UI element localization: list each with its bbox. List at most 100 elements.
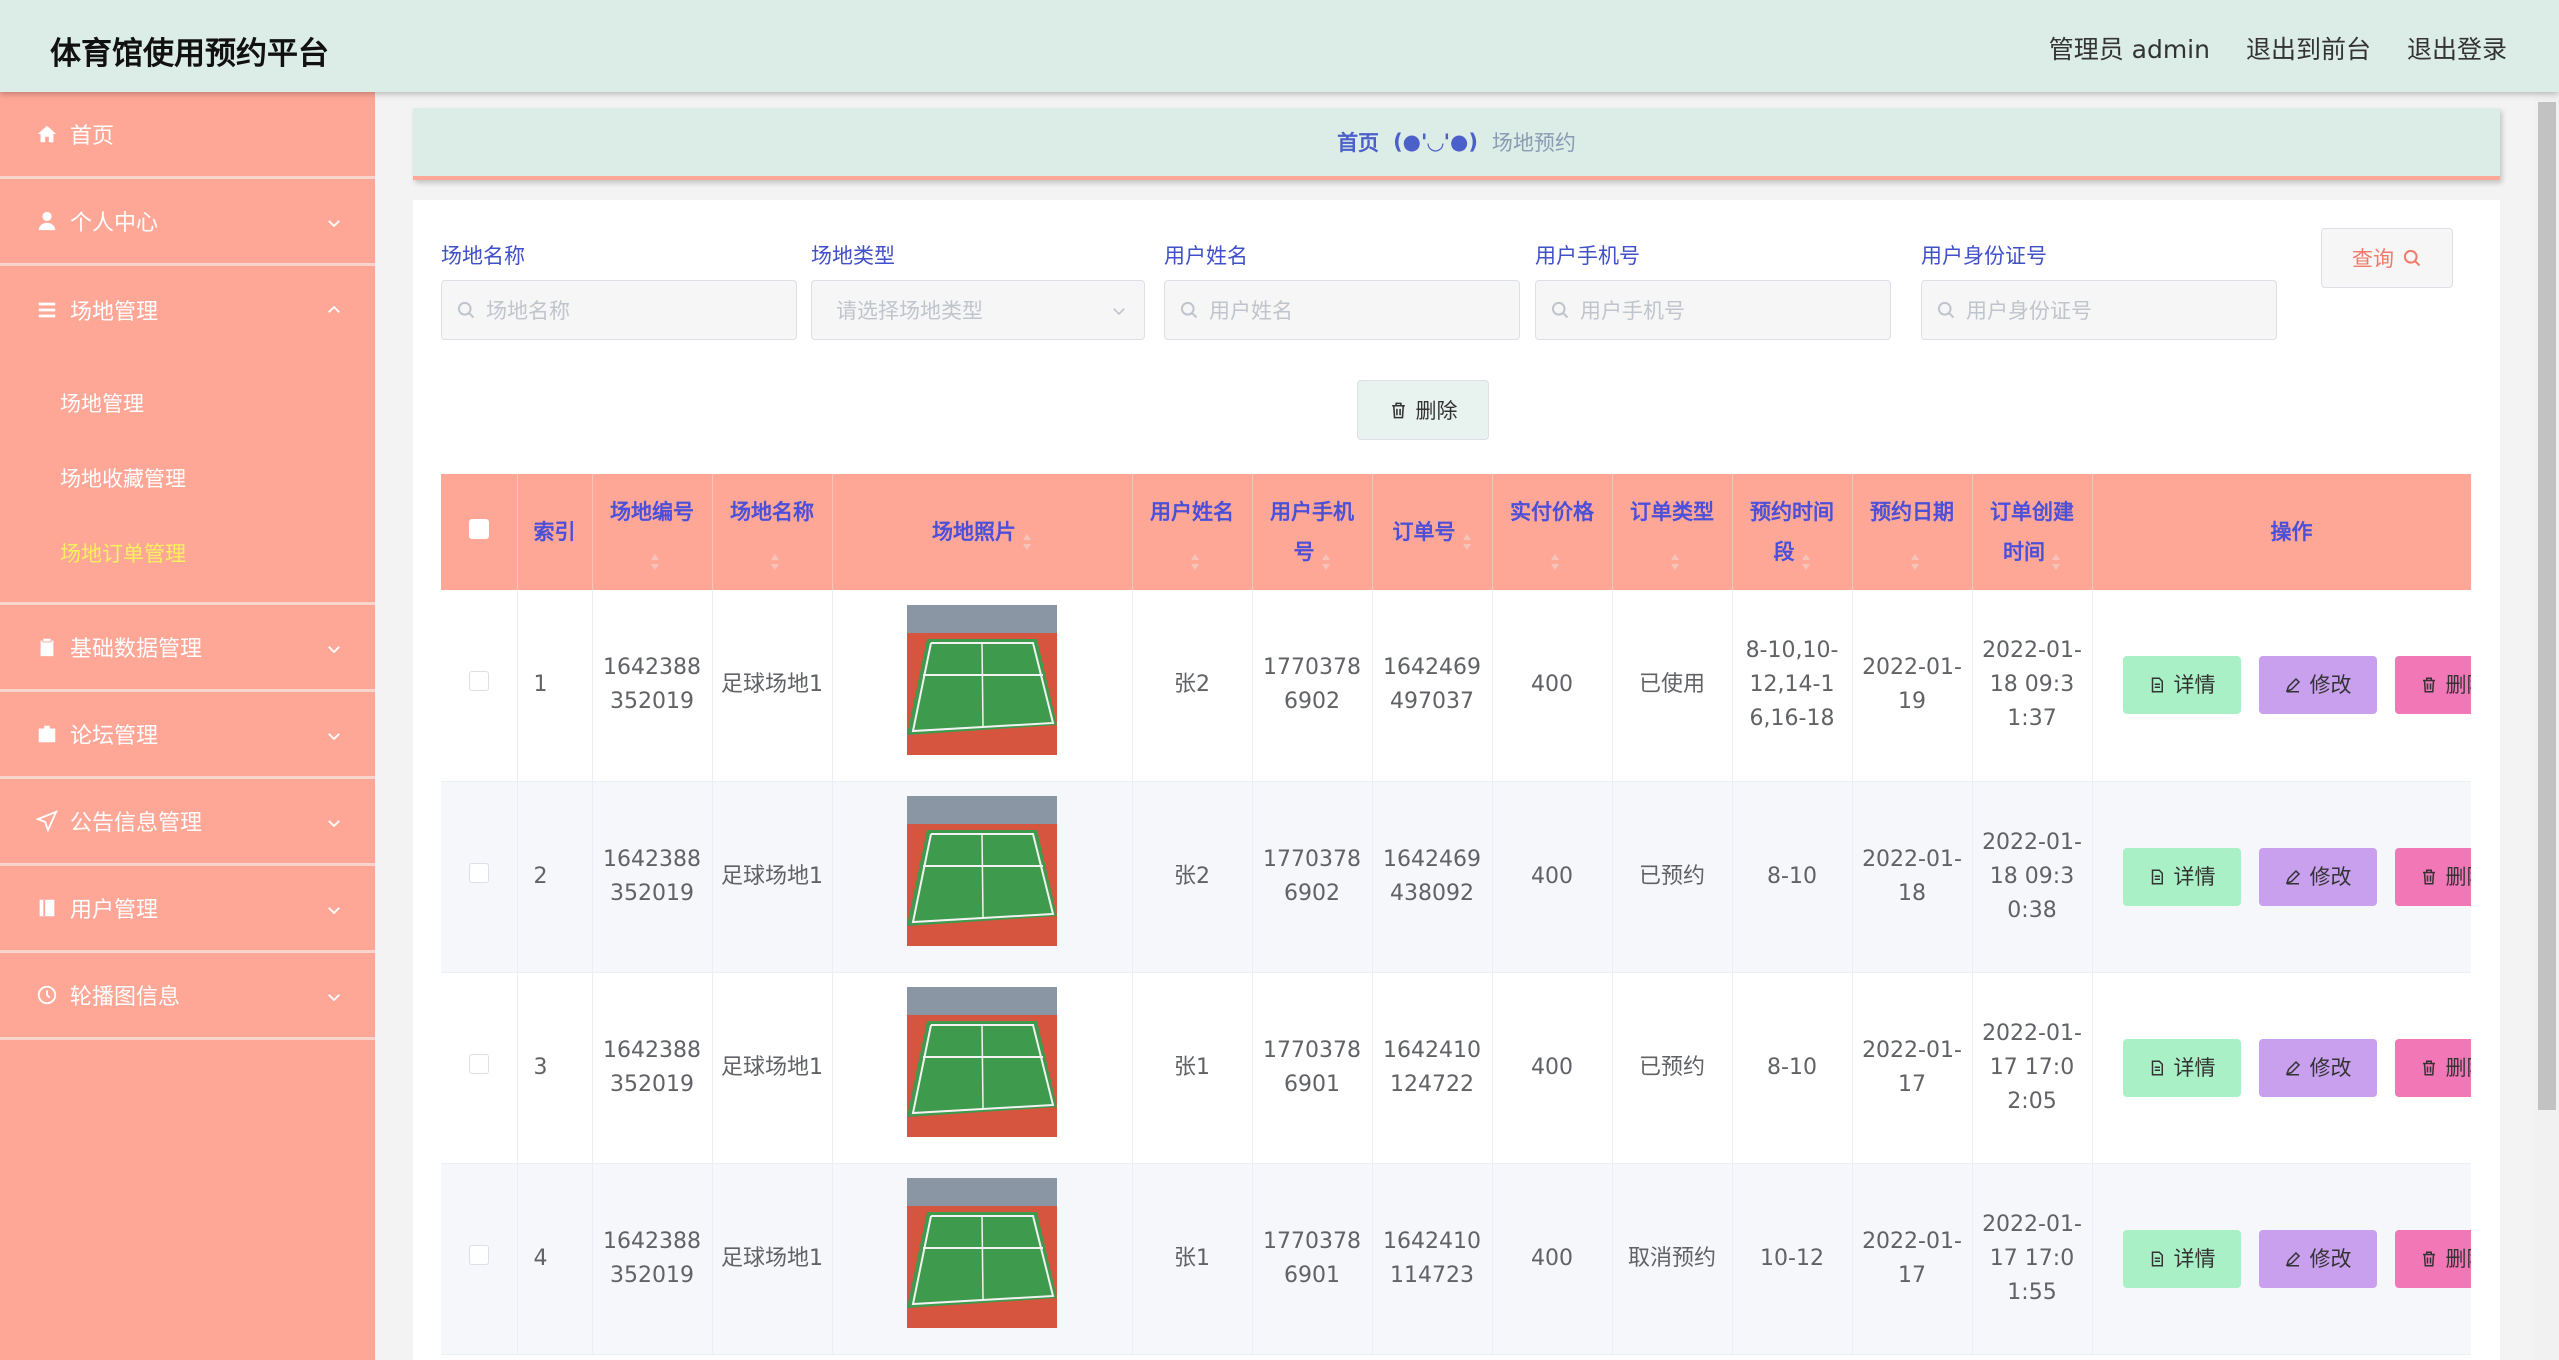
pencil-icon [2284,1059,2302,1077]
sidebar-item-carousel[interactable]: 轮播图信息 [0,953,375,1040]
sort-icon[interactable] [770,544,780,570]
sidebar-item-home[interactable]: 首页 [0,92,375,179]
edit-button[interactable]: 修改 [2258,656,2377,715]
chevron-down-icon [325,213,343,231]
photo-center-line [981,642,984,727]
row-checkbox[interactable] [468,1244,489,1265]
header-venue-no[interactable]: 场地编号 [592,474,713,590]
sort-icon[interactable] [1801,544,1811,570]
venue-type-select[interactable]: 请选择场地类型 [811,280,1145,340]
header-order-no[interactable]: 订单号 [1372,474,1493,590]
submenu-venue-manage[interactable]: 场地管理 [0,365,375,440]
sort-icon[interactable] [1190,544,1200,570]
header-user-name[interactable]: 用户姓名 [1132,474,1253,590]
row-checkbox[interactable] [468,1053,489,1074]
row-checkbox[interactable] [468,862,489,883]
header-created[interactable]: 订单创建时间 [1972,474,2093,590]
document-icon [2148,1059,2166,1077]
cell-index: 3 [517,972,593,1164]
user-phone-input[interactable]: 用户手机号 [1535,280,1891,340]
select-all-checkbox[interactable] [468,519,489,539]
delete-button[interactable]: 删除 [2394,1229,2471,1288]
submenu-venue-orders[interactable]: 场地订单管理 [0,515,375,590]
detail-button[interactable]: 详情 [2122,656,2241,715]
header-venue-name[interactable]: 场地名称 [712,474,833,590]
header-time-slot[interactable]: 预约时间段 [1732,474,1853,590]
cell-time-slot: 10-12 [1732,1163,1853,1355]
row-checkbox[interactable] [468,671,489,692]
delete-button[interactable]: 删除 [2394,1038,2471,1097]
user-name-input[interactable]: 用户姓名 [1164,280,1520,340]
submenu-venue-favorites[interactable]: 场地收藏管理 [0,440,375,515]
header-order-type[interactable]: 订单类型 [1612,474,1733,590]
sort-icon[interactable] [1910,544,1920,570]
edit-button[interactable]: 修改 [2258,1229,2377,1288]
user-idcard-input[interactable]: 用户身份证号 [1921,280,2277,340]
field-label: 场地名称 [441,244,525,268]
sidebar-item-label: 论坛管理 [70,724,159,749]
sidebar-item-forum[interactable]: 论坛管理 [0,692,375,779]
sort-icon[interactable] [1022,524,1032,550]
header-select-all[interactable] [441,474,518,590]
field-label: 用户手机号 [1535,244,1640,268]
edit-button[interactable]: 修改 [2258,847,2377,906]
field-label: 场地类型 [811,244,895,268]
delete-button[interactable]: 删除 [2394,656,2471,715]
pencil-icon [2284,868,2302,886]
sidebar-item-label: 轮播图信息 [70,985,181,1010]
cell-created: 2022-01-17 17:02:05 [1972,972,2093,1164]
sidebar-item-users[interactable]: 用户管理 [0,866,375,953]
cell-price: 400 [1492,590,1613,782]
edit-button[interactable]: 修改 [2258,1038,2377,1097]
breadcrumb-home[interactable]: 首页 [1337,127,1379,157]
sort-icon[interactable] [1670,544,1680,570]
header-price[interactable]: 实付价格 [1492,474,1613,590]
batch-delete-button[interactable]: 删除 [1357,380,1489,440]
venue-photo[interactable] [907,987,1057,1137]
sidebar-item-personal[interactable]: 个人中心 [0,179,375,266]
detail-label: 详情 [2173,1055,2216,1080]
search-icon [1550,300,1570,320]
cell-venue-name: 足球场地1 [712,972,833,1164]
scrollbar-thumb[interactable] [2538,102,2556,1110]
venue-photo[interactable] [907,1178,1057,1328]
sidebar-item-basic-data[interactable]: 基础数据管理 [0,605,375,692]
detail-button[interactable]: 详情 [2122,1229,2241,1288]
cell-ops: 详情 修改 删除 [2092,1163,2471,1355]
cell-date: 2022-01-17 [1852,972,1973,1164]
chevron-down-icon [1110,301,1128,319]
delete-label: 删除 [2445,864,2472,889]
logout-link[interactable]: 退出登录 [2407,30,2507,66]
chevron-down-icon [325,639,343,657]
detail-button[interactable]: 详情 [2122,1038,2241,1097]
venue-name-filter: 场地名称 场地名称 [441,240,797,340]
edit-label: 修改 [2309,1055,2352,1080]
sort-icon[interactable] [1550,544,1560,570]
header-date[interactable]: 预约日期 [1852,474,1973,590]
header-user-phone[interactable]: 用户手机号 [1252,474,1373,590]
notebook-icon [36,897,58,919]
photo-center-line [981,1024,984,1110]
sidebar-item-notice[interactable]: 公告信息管理 [0,779,375,866]
delete-button[interactable]: 删除 [2394,847,2472,906]
document-icon [2148,1250,2166,1268]
query-button[interactable]: 查询 [2321,228,2453,288]
detail-button[interactable]: 详情 [2122,847,2241,906]
venue-photo[interactable] [907,796,1057,946]
sidebar-item-venue[interactable]: 场地管理 [0,266,375,353]
venue-name-input[interactable]: 场地名称 [441,280,797,340]
sort-icon[interactable] [2051,544,2061,570]
exit-to-front-link[interactable]: 退出到前台 [2246,30,2371,66]
header-ops: 操作 [2092,474,2471,590]
chevron-up-icon [325,300,343,318]
sort-icon[interactable] [1321,544,1331,570]
main-content: 首页 (●'◡'●) 场地预约 场地名称 场地名称 场地类型 请选择场地类型 用… [375,92,2535,1360]
venue-photo[interactable] [907,604,1057,755]
sidebar-item-label: 个人中心 [70,211,159,236]
cell-index: 1 [517,590,593,782]
trash-icon [2420,1250,2438,1268]
sort-icon[interactable] [1462,524,1472,550]
header-photo[interactable]: 场地照片 [832,474,1133,590]
sort-icon[interactable] [650,544,660,570]
page-scrollbar[interactable] [2535,92,2559,1360]
